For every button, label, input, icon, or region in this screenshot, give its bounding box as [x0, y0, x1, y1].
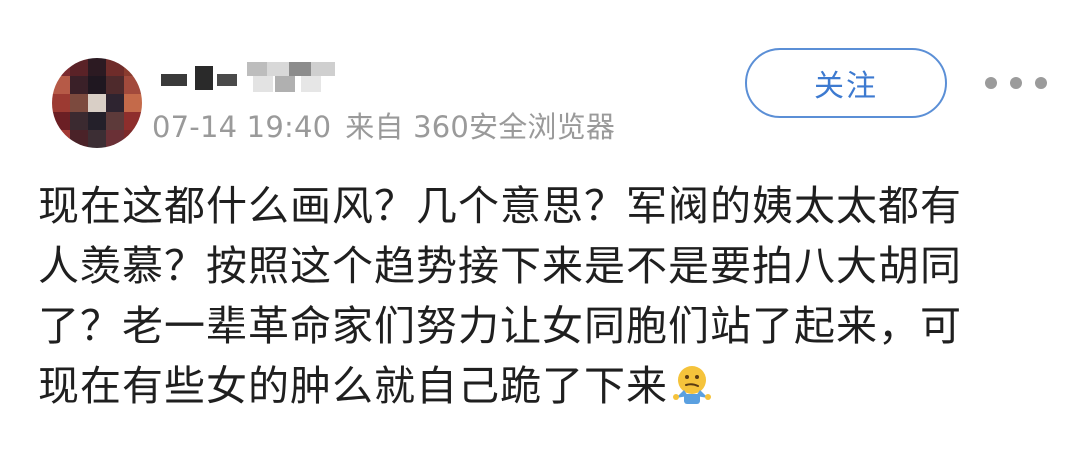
shrug-emoji-icon	[673, 366, 711, 404]
username-redacted[interactable]	[155, 60, 355, 94]
post-content-text: 现在有些女的肿么就自己跪了下来	[38, 362, 668, 410]
post-content-line: 人羡慕？按照这个趋势接下来是不是要拍八大胡同	[38, 242, 962, 290]
more-options-icon[interactable]	[985, 76, 1047, 90]
avatar[interactable]	[52, 58, 142, 148]
post-meta: 07-14 19:40 来自 360安全浏览器	[152, 104, 629, 146]
post-content-line: 了？老一辈革命家们努力让女同胞们站了起来，可	[38, 302, 962, 350]
post-content-line-last: 现在有些女的肿么就自己跪了下来	[38, 356, 1038, 416]
post-content-line: 现在这都什么画风？几个意思？军阀的姨太太都有	[38, 182, 962, 230]
post-timestamp: 07-14 19:40	[152, 110, 332, 144]
follow-button[interactable]: 关注	[745, 48, 947, 118]
post-content: 现在这都什么画风？几个意思？军阀的姨太太都有 人羡慕？按照这个趋势接下来是不是要…	[38, 176, 1038, 416]
weibo-post: 07-14 19:40 来自 360安全浏览器 关注 现在这都什么画风？几个意思？…	[0, 0, 1080, 454]
post-source[interactable]: 来自 360安全浏览器	[345, 110, 615, 144]
